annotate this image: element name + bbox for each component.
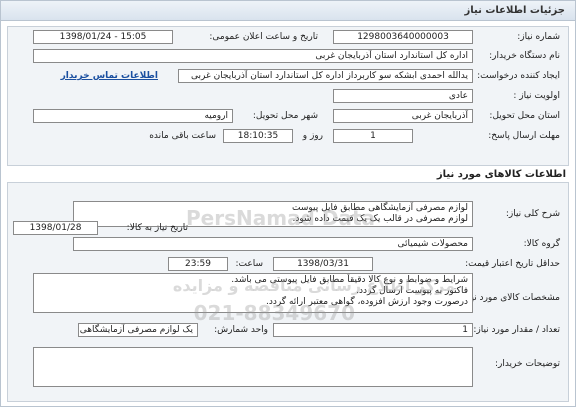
delivery-province-label: استان محل تحویل:: [489, 111, 560, 121]
need-number-label: شماره نیاز:: [517, 32, 560, 42]
announce-label: تاریخ و ساعت اعلان عمومی:: [209, 32, 318, 42]
quantity-field: 1: [273, 323, 473, 337]
need-number-field: 1298003640000003: [333, 30, 473, 44]
buyer-notes-label: توضیحات خریدار:: [494, 359, 560, 369]
creator-field: یدالله احمدی ابشکه سو کاربرداز اداره کل …: [178, 69, 473, 83]
specs-line-1: شرایط و ضوابط و نوع کالا دقیقاً مطابق فا…: [231, 275, 468, 285]
deadline-time-field: 18:10:35: [223, 129, 293, 143]
summary-label: شرح کلی نیاز:: [505, 209, 560, 219]
need-date-field: 1398/01/28: [13, 221, 98, 235]
buyer-notes-field: [33, 347, 473, 387]
goods-section-title: اطلاعات کالاهای مورد نیاز: [436, 169, 566, 180]
priority-label: اولویت نیاز :: [513, 91, 560, 101]
buyer-org-field: اداره کل استاندارد استان آذربایجان غربی: [33, 49, 473, 63]
remaining-label: ساعت باقی مانده: [149, 131, 216, 141]
unit-label: واحد شمارش:: [214, 325, 268, 335]
priority-field: عادی: [333, 89, 473, 103]
deadline-days-field: 1: [333, 129, 413, 143]
need-details-panel: جزئیات اطلاعات نیاز شماره نیاز: 12980036…: [0, 0, 576, 407]
delivery-city-field: ارومیه: [33, 109, 233, 123]
announce-field: 1398/01/24 - 15:05: [33, 30, 173, 44]
validity-date-field: 1398/03/31: [273, 257, 373, 271]
group-label: گروه کالا:: [523, 239, 560, 249]
validity-hour-field: 23:59: [168, 257, 228, 271]
goods-section: اطلاعات کالاهای مورد نیاز شرح کلی نیاز: …: [7, 169, 569, 402]
delivery-city-label: شهر محل تحویل:: [252, 111, 318, 121]
delivery-province-field: آذربایجان غربی: [333, 109, 473, 123]
panel-header: جزئیات اطلاعات نیاز: [1, 1, 575, 21]
panel-title: جزئیات اطلاعات نیاز: [464, 5, 565, 16]
general-info-section: شماره نیاز: 1298003640000003 تاریخ و ساع…: [7, 26, 569, 166]
specs-label: مشخصات کالای مورد نیاز:: [461, 293, 560, 303]
buyer-org-label: نام دستگاه خریدار:: [489, 51, 560, 61]
buyer-contact-link[interactable]: اطلاعات تماس خریدار: [61, 71, 158, 81]
validity-hour-label: ساعت:: [235, 259, 263, 269]
specs-line-2: فاکتور به پیوست ارسال گردد.: [356, 286, 468, 296]
summary-line-1: لوازم مصرفی آزمایشگاهی مطابق فایل پیوست: [292, 203, 468, 213]
creator-label: ایجاد کننده درخواست:: [477, 71, 560, 81]
specs-field: شرایط و ضوابط و نوع کالا دقیقاً مطابق فا…: [33, 273, 473, 313]
day-and-label: روز و: [302, 131, 323, 141]
min-validity-label: حداقل تاریخ اعتبار قیمت:: [465, 259, 560, 269]
quantity-label: تعداد / مقدار مورد نیاز:: [473, 325, 560, 335]
group-field: محصولات شیمیائی: [73, 237, 473, 251]
unit-field: یک لوازم مصرفی آزمایشگاهی: [78, 323, 198, 337]
need-date-label: تاریخ نیاز به کالا:: [126, 223, 188, 233]
specs-line-3: درصورت وجود ارزش افزوده، گواهی معتبر ارا…: [265, 297, 468, 307]
deadline-label: مهلت ارسال پاسخ:: [488, 131, 560, 141]
